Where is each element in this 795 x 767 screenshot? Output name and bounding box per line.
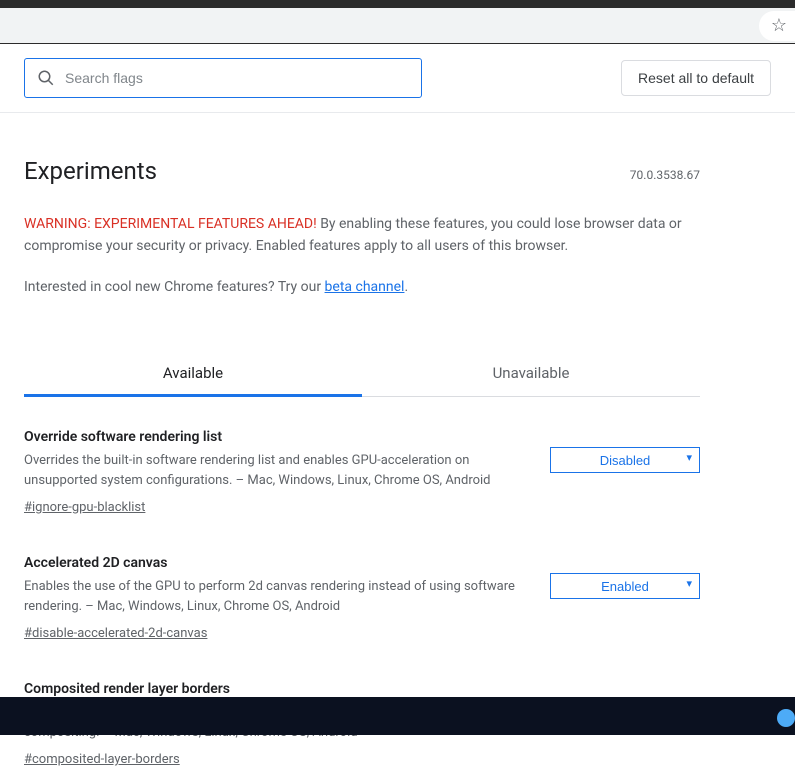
flag-select-wrap: Disabled: [550, 447, 700, 473]
footer-bar: [0, 697, 795, 735]
bookmark-star-icon[interactable]: ☆: [771, 15, 787, 36]
flag-title: Override software rendering list: [24, 429, 530, 445]
warning-block: WARNING: EXPERIMENTAL FEATURES AHEAD! By…: [24, 213, 700, 258]
version-text: 70.0.3538.67: [630, 168, 700, 182]
interest-block: Interested in cool new Chrome features? …: [24, 276, 700, 298]
flag-desc: Overrides the built-in software renderin…: [24, 451, 530, 490]
flag-title: Accelerated 2D canvas: [24, 555, 530, 571]
content-area: Experiments 70.0.3538.67 WARNING: EXPERI…: [0, 157, 724, 767]
flag-title: Composited render layer borders: [24, 681, 530, 697]
tabs: Available Unavailable: [24, 350, 700, 397]
flag-desc: Enables the use of the GPU to perform 2d…: [24, 577, 530, 616]
footer-circle-icon: [777, 709, 795, 727]
flag-select-wrap: Enabled: [550, 573, 700, 599]
flag-item: Override software rendering list Overrid…: [24, 429, 700, 515]
flag-control: Disabled: [550, 429, 700, 515]
reset-all-button[interactable]: Reset all to default: [621, 60, 771, 96]
tab-available[interactable]: Available: [24, 350, 362, 396]
title-row: Experiments 70.0.3538.67: [24, 157, 700, 185]
interest-text: Interested in cool new Chrome features? …: [24, 279, 325, 295]
flag-item: Accelerated 2D canvas Enables the use of…: [24, 555, 700, 641]
search-input[interactable]: [65, 70, 409, 86]
search-box[interactable]: [24, 58, 422, 98]
flag-state-select[interactable]: Enabled: [550, 573, 700, 599]
flag-control: Enabled: [550, 555, 700, 641]
flag-anchor-link[interactable]: #disable-accelerated-2d-canvas: [24, 626, 207, 641]
page-title: Experiments: [24, 157, 157, 185]
beta-channel-link[interactable]: beta channel: [325, 279, 405, 295]
flag-state-select[interactable]: Disabled: [550, 447, 700, 473]
tab-unavailable[interactable]: Unavailable: [362, 350, 700, 396]
bookmark-star-wrap: ☆: [759, 11, 795, 41]
warning-prefix: WARNING: EXPERIMENTAL FEATURES AHEAD!: [24, 216, 317, 232]
flag-anchor-link[interactable]: #composited-layer-borders: [24, 752, 180, 767]
browser-url-bar: ☆: [0, 8, 795, 44]
flag-anchor-link[interactable]: #ignore-gpu-blacklist: [24, 500, 145, 515]
flag-text: Accelerated 2D canvas Enables the use of…: [24, 555, 530, 641]
top-controls: Reset all to default: [0, 44, 795, 113]
flag-text: Override software rendering list Overrid…: [24, 429, 530, 515]
search-icon: [37, 69, 55, 87]
browser-tab-strip: [0, 0, 795, 8]
interest-suffix: .: [404, 279, 408, 295]
